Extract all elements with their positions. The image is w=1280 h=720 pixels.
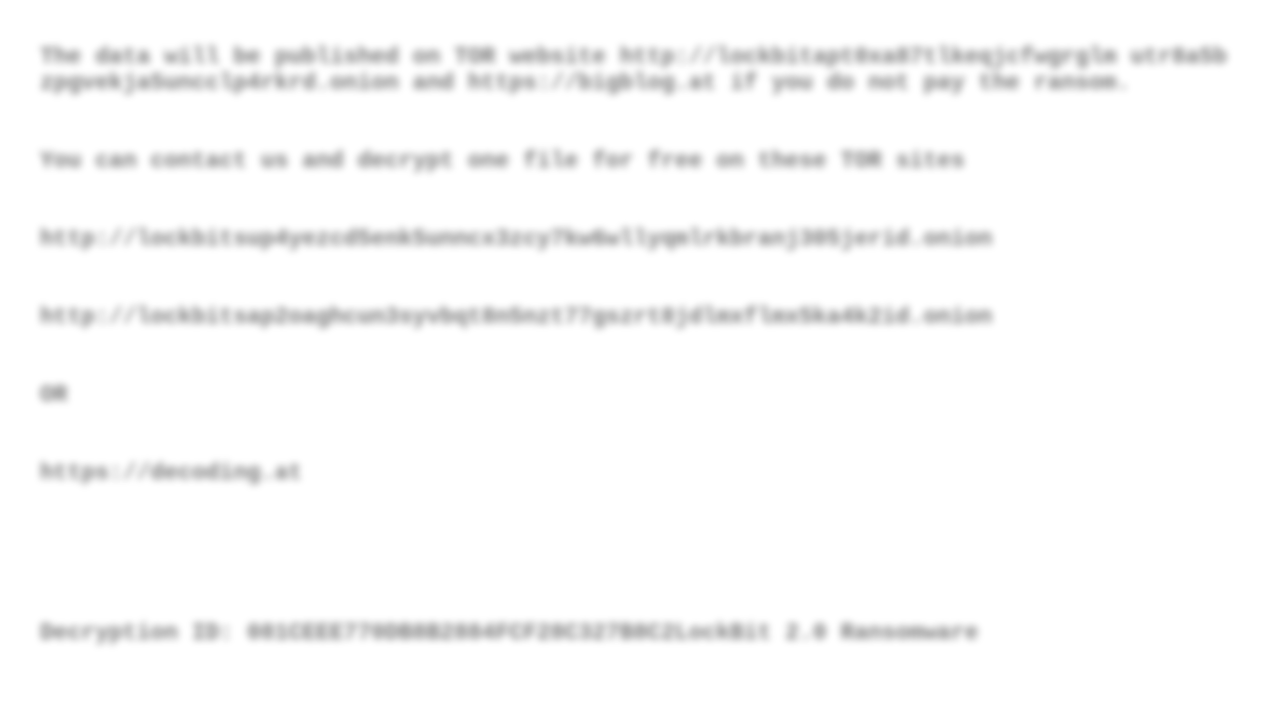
note-ransom-tail: The data will be published on TOR websit… xyxy=(40,44,1240,96)
note-contact-line: You can contact us and decrypt one file … xyxy=(40,148,1240,174)
note-decoding-url: https://decoding.at xyxy=(40,460,1240,486)
note-or: OR xyxy=(40,382,1240,408)
note-onion-2: http://lockbitsap2oaghcun3syvbqt8n5nzt77… xyxy=(40,304,1240,330)
note-decryption-id: Decryption ID: 081CEEE770DB8B2884FCF28C3… xyxy=(40,620,1240,646)
ransom-note-page: The data will be published on TOR websit… xyxy=(0,0,1280,720)
note-onion-1: http://lockbitsup4yezcd5enk5unncx3zcy7kw… xyxy=(40,226,1240,252)
